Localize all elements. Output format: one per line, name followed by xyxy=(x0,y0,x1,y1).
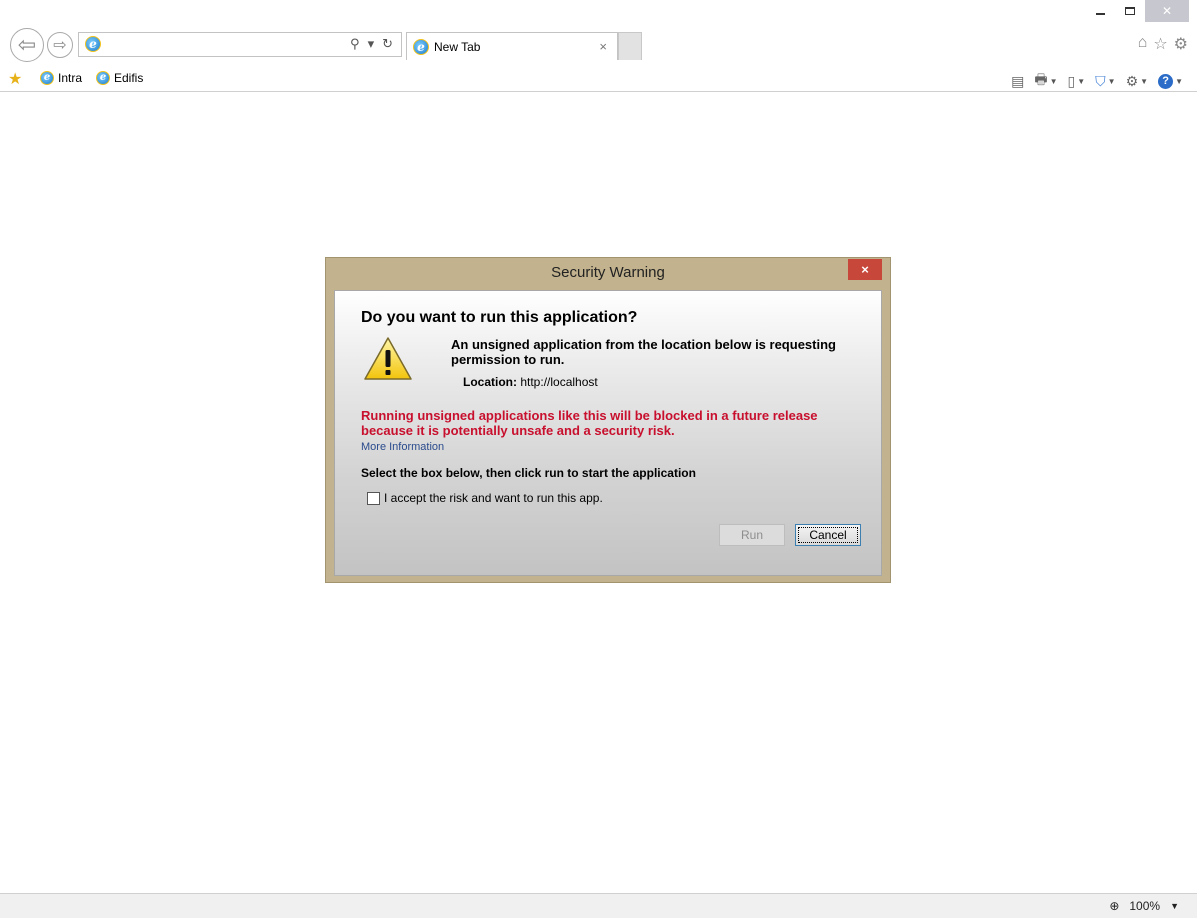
accept-risk-row[interactable]: I accept the risk and want to run this a… xyxy=(367,491,603,505)
gear-icon: ⚙ xyxy=(1125,72,1139,89)
close-icon: ✕ xyxy=(1161,4,1173,18)
maximize-button[interactable] xyxy=(1115,0,1145,22)
forward-button[interactable]: ⇨ xyxy=(47,32,73,58)
instruction-text: Select the box below, then click run to … xyxy=(361,466,696,480)
browser-right-icons: ⌂ ☆ ⚙ xyxy=(1138,34,1188,54)
page-button[interactable]: ▯ ▼ xyxy=(1068,73,1086,90)
tools-button[interactable]: ⚙ ▼ xyxy=(1126,73,1148,90)
dialog-title: Security Warning xyxy=(551,264,665,281)
chevron-down-icon: ▼ xyxy=(1077,76,1086,86)
security-warning-dialog: Security Warning × Do you want to run th… xyxy=(325,257,891,583)
shield-icon: ⛉ xyxy=(1095,72,1106,89)
help-button[interactable]: ? ▼ xyxy=(1158,73,1183,89)
gear-icon[interactable]: ⚙ xyxy=(1174,34,1188,54)
favorites-bar: ★ e Intra e Edifis ▤ 🖶 ▼ ▯ ▼ ⛉ ▼ ⚙ ▼ ? ▼ xyxy=(0,66,1197,92)
address-tools: ⚲ ▾ ↻ xyxy=(350,36,393,52)
home-icon[interactable]: ⌂ xyxy=(1138,34,1148,54)
search-icon[interactable]: ⚲ xyxy=(350,36,360,52)
warning-icon xyxy=(363,336,413,385)
location-label: Location: xyxy=(463,375,517,389)
cancel-button[interactable]: Cancel xyxy=(795,524,861,546)
chevron-down-icon[interactable]: ▼ xyxy=(1170,901,1179,911)
add-favorites-icon[interactable]: ★ xyxy=(8,69,22,89)
chevron-down-icon: ▼ xyxy=(1107,76,1116,86)
more-information-link[interactable]: More Information xyxy=(361,441,444,453)
accept-risk-checkbox[interactable] xyxy=(367,491,380,505)
dialog-description: An unsigned application from the locatio… xyxy=(451,337,836,367)
unsigned-warning-text: Running unsigned applications like this … xyxy=(361,408,818,438)
back-arrow-icon: ⇦ xyxy=(17,32,37,57)
close-icon: × xyxy=(861,262,869,277)
ie-logo-icon: e xyxy=(96,71,110,85)
browser-chrome: ✕ ⇦ ⇨ e ⚲ ▾ ↻ e New Tab × ⌂ ☆ ⚙ ★ e Intr… xyxy=(0,0,1197,95)
minimize-icon xyxy=(1095,13,1105,15)
zoom-icon: ⊕ xyxy=(1109,899,1120,913)
minimize-button[interactable] xyxy=(1085,0,1115,22)
ie-logo-icon: e xyxy=(40,71,54,85)
address-input[interactable] xyxy=(105,35,325,54)
favorite-label: Edifis xyxy=(114,71,144,85)
maximize-icon xyxy=(1125,7,1135,15)
tab-new-tab[interactable]: e New Tab × xyxy=(406,32,618,60)
favorite-label: Intra xyxy=(58,71,83,85)
address-bar[interactable]: e ⚲ ▾ ↻ xyxy=(78,32,402,57)
forward-arrow-icon: ⇨ xyxy=(53,37,67,54)
favorite-item-intra[interactable]: e Intra xyxy=(40,71,82,85)
location-line: Location: http://localhost xyxy=(463,375,598,389)
navigation-bar: ⇦ ⇨ e ⚲ ▾ ↻ e New Tab × ⌂ ☆ ⚙ xyxy=(10,27,1190,63)
dialog-body: Do you want to run this application? An … xyxy=(334,290,882,576)
page-icon: ▯ xyxy=(1067,72,1076,89)
command-bar: ▤ 🖶 ▼ ▯ ▼ ⛉ ▼ ⚙ ▼ ? ▼ xyxy=(1011,69,1183,93)
chevron-down-icon: ▼ xyxy=(1049,76,1058,86)
dialog-heading: Do you want to run this application? xyxy=(361,309,638,326)
ie-logo-icon: e xyxy=(413,38,429,55)
window-controls: ✕ xyxy=(1085,0,1189,24)
accept-risk-label[interactable]: I accept the risk and want to run this a… xyxy=(384,491,603,505)
favorite-item-edifis[interactable]: e Edifis xyxy=(96,71,143,85)
zoom-control[interactable]: ⊕ 100% ▼ xyxy=(1109,899,1179,913)
chevron-down-icon: ▼ xyxy=(1140,76,1149,86)
favorites-star-icon[interactable]: ☆ xyxy=(1153,34,1167,54)
print-icon: 🖶 xyxy=(1034,71,1048,87)
run-button[interactable]: Run xyxy=(719,524,785,546)
location-value: http://localhost xyxy=(520,375,598,389)
feeds-icon: ▤ xyxy=(1011,72,1025,89)
ie-logo-icon: e xyxy=(85,36,101,52)
print-button[interactable]: 🖶 ▼ xyxy=(1034,69,1057,93)
tab-close-icon[interactable]: × xyxy=(599,39,607,54)
new-tab-button[interactable] xyxy=(618,32,642,60)
feeds-button[interactable]: ▤ xyxy=(1011,73,1024,90)
refresh-icon[interactable]: ↻ xyxy=(382,36,393,52)
dialog-close-button[interactable]: × xyxy=(848,259,882,280)
tab-title: New Tab xyxy=(434,39,481,54)
status-bar: ⊕ 100% ▼ xyxy=(0,893,1197,918)
help-icon: ? xyxy=(1158,73,1174,89)
safety-button[interactable]: ⛉ ▼ xyxy=(1095,73,1115,90)
dropdown-arrow-icon[interactable]: ▾ xyxy=(368,36,375,52)
back-button[interactable]: ⇦ xyxy=(10,28,44,62)
chevron-down-icon: ▼ xyxy=(1175,76,1183,86)
zoom-level: 100% xyxy=(1129,899,1161,913)
window-close-button[interactable]: ✕ xyxy=(1145,0,1189,22)
